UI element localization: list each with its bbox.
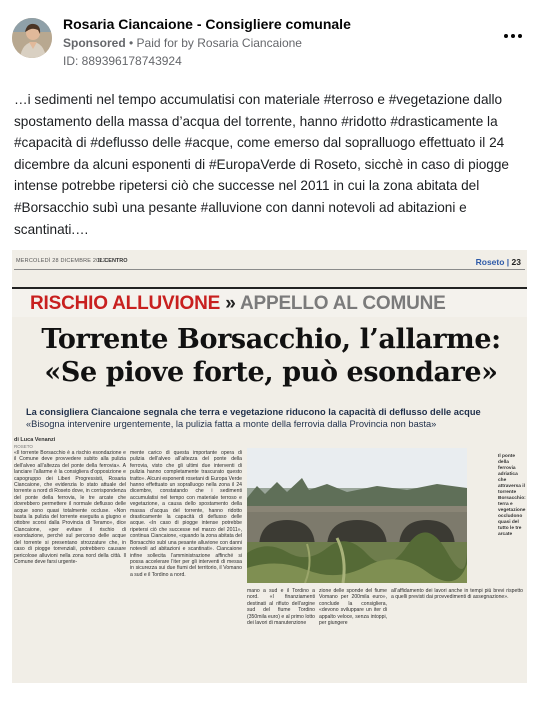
avatar[interactable] xyxy=(12,18,52,58)
ad-post-card: Rosaria Ciancaione - Consigliere comunal… xyxy=(0,0,539,704)
bridge-photo xyxy=(247,448,467,583)
newspaper-topline: MERCOLEDÌ 28 DICEMBRE 2022 IL CENTRO Ros… xyxy=(14,257,525,270)
article-column-3: mano a sud e il Tordino a nord. «I finan… xyxy=(247,588,315,627)
newspaper-section: Roseto | 23 xyxy=(475,257,521,267)
photo-caption: Il ponte della ferrovia adriatica che at… xyxy=(498,454,526,537)
section-name: Roseto xyxy=(475,257,505,267)
ad-meta: Sponsored • Paid for by Rosaria Ciancaio… xyxy=(63,36,302,50)
kicker-red: RISCHIO ALLUVIONE xyxy=(30,293,221,314)
kicker-band: RISCHIO ALLUVIONE » APPELLO AL COMUNE xyxy=(12,287,527,317)
post-header: Rosaria Ciancaione - Consigliere comunal… xyxy=(12,10,527,70)
article-column-4: zione delle sponde del fiume Vomano per … xyxy=(319,588,387,627)
page-number: 23 xyxy=(511,257,521,267)
page-name[interactable]: Rosaria Ciancaione - Consigliere comunal… xyxy=(63,16,351,32)
headline-line-2: «Se piove forte, può esondare» xyxy=(44,357,498,388)
post-text: …i sedimenti nel tempo accumulatisi con … xyxy=(14,92,509,237)
byline: di Luca Venanzi xyxy=(14,437,56,443)
dateline: ROSETO xyxy=(14,444,33,449)
headline-line-1: Torrente Borsacchio, l’allarme: xyxy=(41,324,501,355)
newspaper-clipping-image[interactable]: MERCOLEDÌ 28 DICEMBRE 2022 IL CENTRO Ros… xyxy=(12,250,527,683)
newspaper-name: IL CENTRO xyxy=(98,258,128,264)
subheadline: La consigliera Ciancaione segnala che te… xyxy=(26,406,522,430)
article-column-5: all’affidamento dei lavori anche in temp… xyxy=(391,588,523,601)
ad-id: ID: 889396178743924 xyxy=(63,54,182,68)
article-column-2: mente carico di questa importante opera … xyxy=(130,450,242,578)
meta-separator: • xyxy=(125,36,137,50)
sponsored-label: Sponsored xyxy=(63,36,126,50)
kicker: RISCHIO ALLUVIONE » APPELLO AL COMUNE xyxy=(30,293,446,315)
subheadline-line-2: «Bisogna intervenire urgentemente, la pu… xyxy=(26,419,437,429)
kicker-gray: APPELLO AL COMUNE xyxy=(239,293,446,314)
paid-for-label[interactable]: Paid for by Rosaria Ciancaione xyxy=(137,36,302,50)
kicker-arrow: » xyxy=(225,293,236,314)
headline: Torrente Borsacchio, l’allarme: «Se piov… xyxy=(16,323,526,389)
more-horizontal-icon[interactable] xyxy=(501,28,525,44)
subheadline-line-1: La consigliera Ciancaione segnala che te… xyxy=(26,407,481,417)
newspaper-date: MERCOLEDÌ 28 DICEMBRE 2022 xyxy=(16,258,106,264)
article-column-1: «Il torrente Borsacchio è a rischio eson… xyxy=(14,450,126,565)
